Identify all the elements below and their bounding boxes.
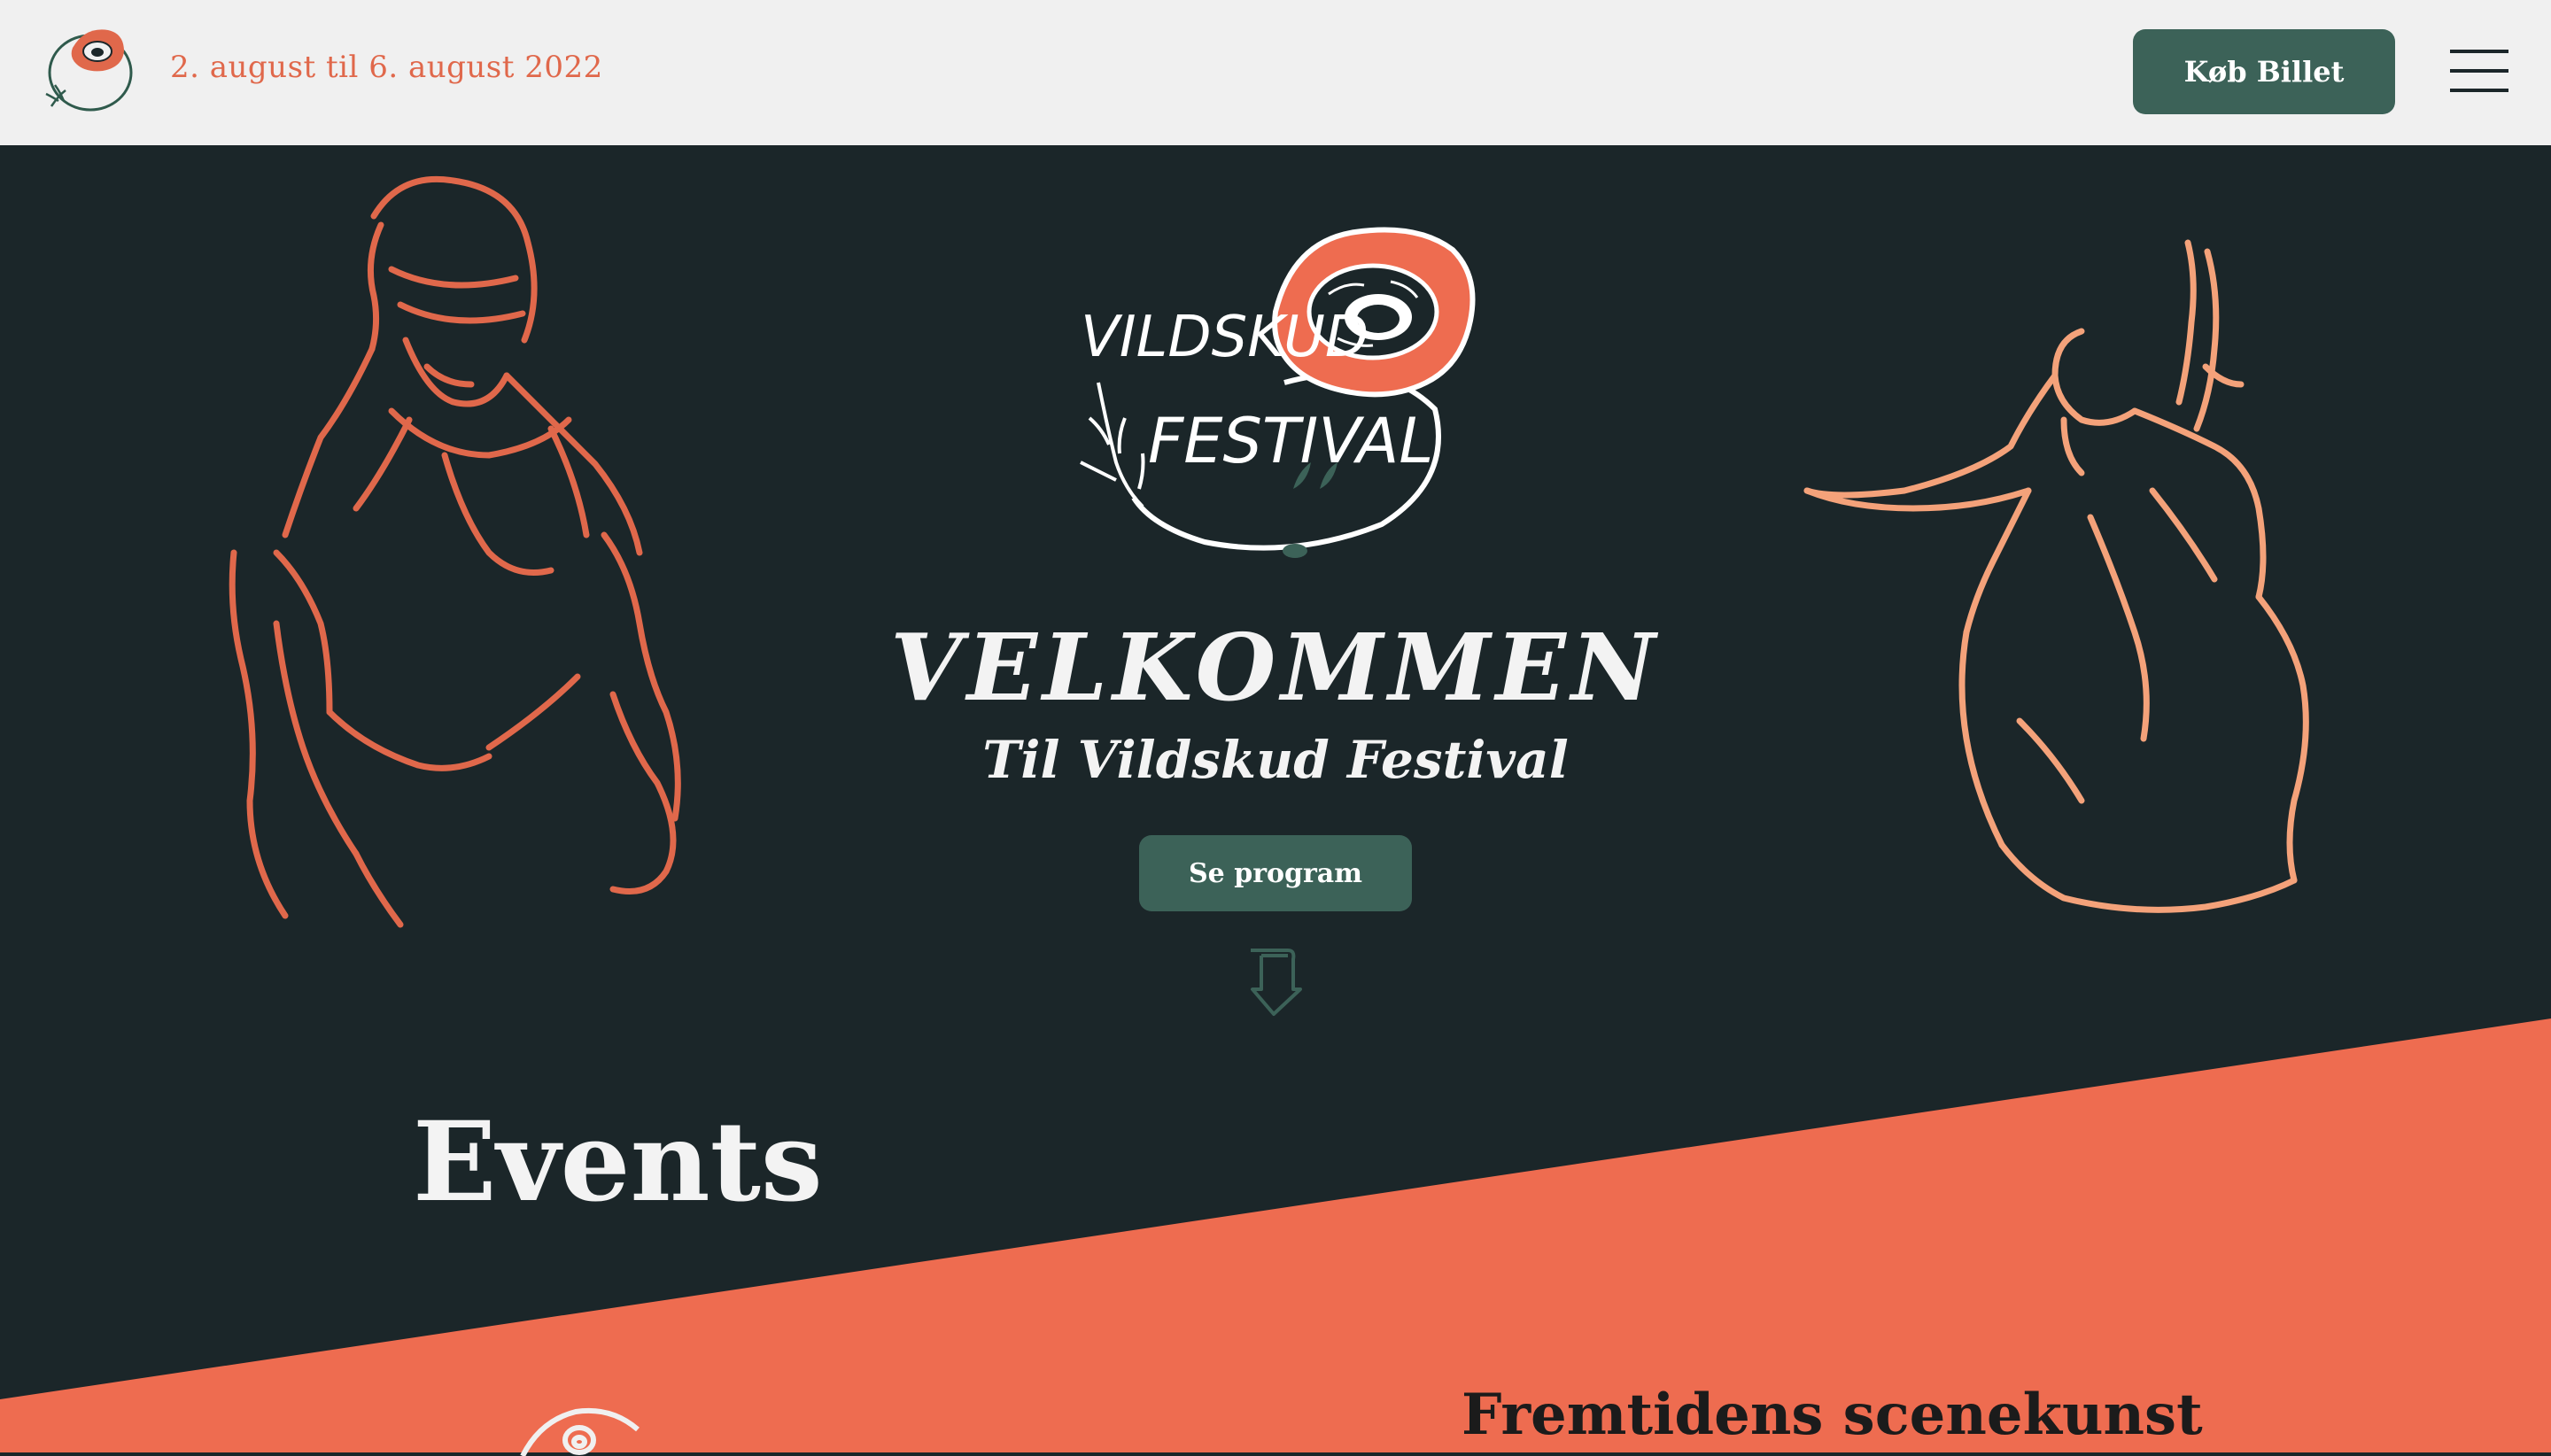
events-heading: Events xyxy=(413,1098,823,1227)
hamburger-menu-icon[interactable] xyxy=(2450,48,2508,94)
festival-logo-icon[interactable] xyxy=(39,21,145,115)
logo-text-vildskud: VILDSKUD xyxy=(1081,305,1369,370)
hero-section: VILDSKUD FESTIVAL VELKOMMEN Til Vildskud… xyxy=(0,145,2551,1456)
top-navigation-bar: 2. august til 6. august 2022 Køb Billet xyxy=(0,0,2551,145)
welcome-subtitle: Til Vildskud Festival xyxy=(982,730,1569,790)
decorative-flower-icon xyxy=(520,1407,640,1456)
see-program-button[interactable]: Se program xyxy=(1139,835,1412,911)
logo-text-festival: FESTIVAL xyxy=(1148,405,1433,477)
arrow-down-icon[interactable] xyxy=(1244,947,1306,1018)
welcome-title: VELKOMMEN xyxy=(890,613,1661,722)
future-performing-arts-heading: Fremtidens scenekunst xyxy=(1462,1382,2203,1448)
festival-dates: 2. august til 6. august 2022 xyxy=(170,50,603,85)
vildskud-festival-logo: VILDSKUD FESTIVAL xyxy=(1080,227,1476,558)
buy-ticket-button[interactable]: Køb Billet xyxy=(2133,29,2395,114)
left-figure-illustration xyxy=(229,175,681,928)
